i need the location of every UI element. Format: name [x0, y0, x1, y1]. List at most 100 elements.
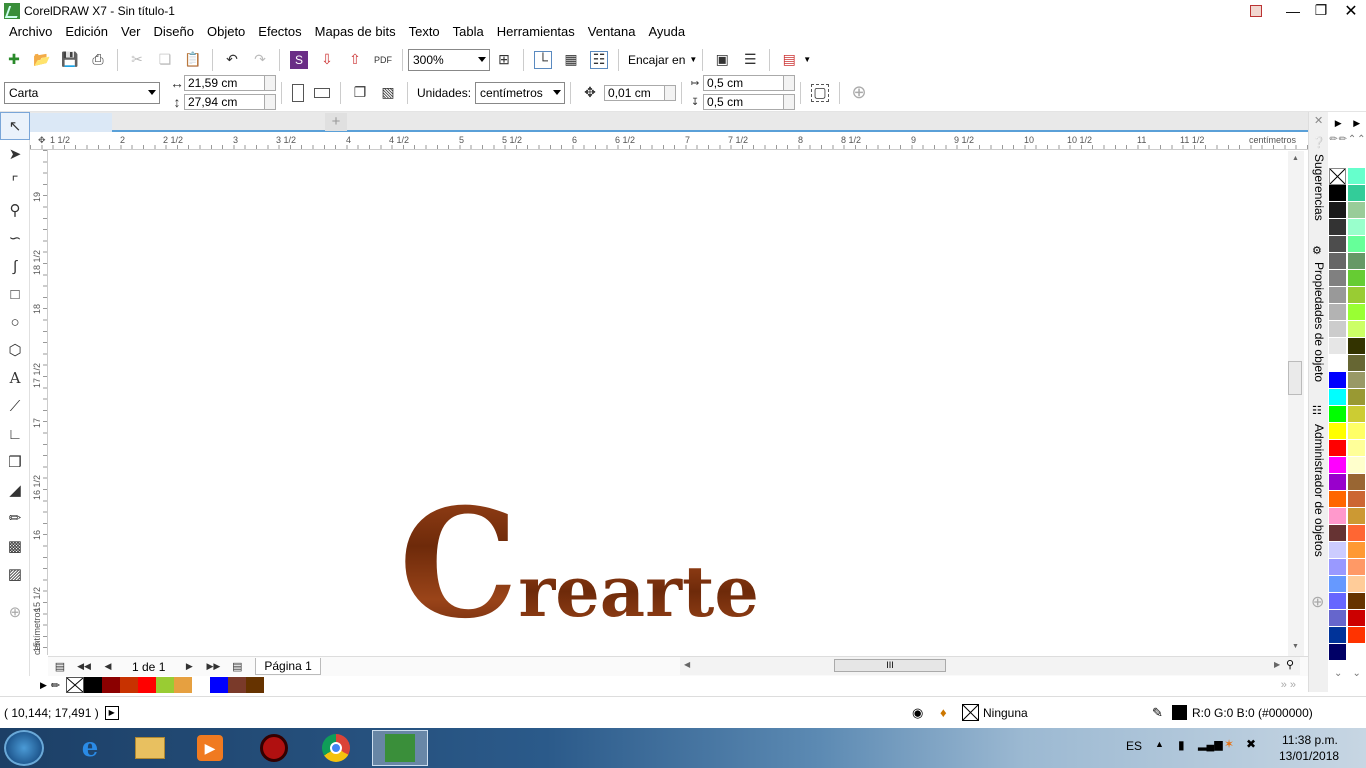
freehand-tool-icon[interactable]: ∽: [0, 224, 30, 252]
add-docker-icon[interactable]: ⊕: [1311, 592, 1324, 612]
polygon-tool-icon[interactable]: ⬡: [0, 336, 30, 364]
horizontal-scroll-thumb[interactable]: III: [834, 659, 946, 672]
color-swatch[interactable]: [1329, 576, 1346, 593]
color-swatch[interactable]: [1329, 610, 1346, 627]
snap-to-label[interactable]: Encajar en: [628, 53, 685, 67]
crearte-artwork[interactable]: Crearte: [399, 489, 759, 639]
zoom-combo[interactable]: 300%: [408, 48, 490, 71]
color-swatch[interactable]: [1348, 542, 1365, 559]
menu-mapas-de-bits[interactable]: Mapas de bits: [315, 24, 396, 39]
add-tool-icon[interactable]: ⊕: [0, 598, 30, 626]
color-swatch[interactable]: [1329, 321, 1346, 338]
color-swatch[interactable]: [156, 677, 175, 693]
color-swatch[interactable]: [1348, 406, 1365, 423]
color-swatch[interactable]: [1348, 287, 1365, 304]
scroll-down-icon[interactable]: ▼: [1292, 643, 1299, 650]
color-swatch[interactable]: [1348, 338, 1365, 355]
all-pages-icon[interactable]: ❐: [351, 84, 369, 102]
color-swatch[interactable]: [1348, 304, 1365, 321]
color-swatch[interactable]: [192, 677, 211, 693]
search-content-icon[interactable]: S: [290, 50, 308, 69]
cut-icon[interactable]: ✂: [128, 51, 146, 69]
treat-as-filled-icon[interactable]: ▢: [811, 83, 830, 102]
color-swatch[interactable]: [1329, 508, 1346, 525]
media-player-icon[interactable]: ▶: [184, 730, 236, 766]
color-swatch[interactable]: [1329, 185, 1346, 202]
zoom-tool-icon[interactable]: ⚲: [0, 196, 30, 224]
color-swatch[interactable]: [1329, 338, 1346, 355]
export-icon[interactable]: ⇧: [346, 51, 364, 69]
color-swatch[interactable]: [1348, 440, 1365, 457]
doc-palette-menu-icon[interactable]: ▶: [40, 680, 47, 691]
palette-menu-icon-2[interactable]: ▶: [1353, 118, 1360, 134]
close-docker-icon[interactable]: ✕: [1314, 114, 1323, 127]
color-swatch[interactable]: [1348, 559, 1365, 576]
antivirus-icon[interactable]: [248, 730, 300, 766]
copy-icon[interactable]: ❏: [156, 51, 174, 69]
smart-fill-icon[interactable]: ▨: [0, 560, 30, 588]
close-button[interactable]: ✕: [1336, 0, 1366, 21]
color-swatch[interactable]: [1329, 406, 1346, 423]
color-swatch[interactable]: [84, 677, 103, 693]
outline-pen-icon[interactable]: ✎: [1152, 705, 1163, 721]
signal-icon[interactable]: ▂▄▆: [1198, 738, 1223, 751]
minimize-button[interactable]: —: [1278, 0, 1308, 21]
add-property-icon[interactable]: ⊕: [850, 82, 868, 102]
color-swatch[interactable]: [210, 677, 229, 693]
menu-ventana[interactable]: Ventana: [588, 24, 636, 39]
grid-icon[interactable]: ▦: [562, 51, 580, 69]
units-select[interactable]: centímetros: [475, 81, 566, 104]
color-swatch[interactable]: [1348, 202, 1365, 219]
palette-up-icon-2[interactable]: ⌃: [1357, 134, 1365, 168]
new-document-tab-button[interactable]: +: [325, 113, 347, 131]
docker-tab-object-manager[interactable]: Administrador de objetos: [1312, 424, 1326, 557]
options-icon[interactable]: ☰: [741, 51, 759, 69]
doc-no-color-swatch[interactable]: [66, 677, 85, 693]
color-swatch[interactable]: [1329, 202, 1346, 219]
color-swatch[interactable]: [1348, 423, 1365, 440]
docker-tab-hints[interactable]: Sugerencias: [1312, 154, 1326, 221]
color-swatch[interactable]: [120, 677, 139, 693]
previous-page-icon[interactable]: ◀: [99, 658, 117, 676]
show-hidden-icons[interactable]: ▲: [1155, 739, 1164, 749]
color-swatch[interactable]: [1348, 185, 1365, 202]
parallel-dimension-icon[interactable]: ⟋: [0, 392, 30, 420]
insert-page-before-icon[interactable]: ▤: [51, 658, 69, 676]
scroll-up-icon[interactable]: ▲: [1292, 155, 1299, 162]
clock-time[interactable]: 11:38 p.m.: [1282, 733, 1338, 747]
color-swatch[interactable]: [1329, 440, 1346, 457]
palette-down-icon-2[interactable]: ⌄: [1353, 668, 1361, 690]
rulers-icon[interactable]: └: [534, 50, 552, 69]
redo-icon[interactable]: ↷: [251, 51, 269, 69]
restore-button[interactable]: ❐: [1306, 0, 1336, 21]
color-swatch[interactable]: [1348, 508, 1365, 525]
eyedropper-icon-2[interactable]: ✏: [1339, 134, 1347, 168]
palette-scroll-down[interactable]: ⌄ ⌄: [1329, 668, 1366, 690]
menu-archivo[interactable]: Archivo: [9, 24, 52, 39]
eyedropper-icon[interactable]: ✏: [1329, 134, 1337, 168]
color-swatch[interactable]: [1348, 525, 1365, 542]
clock-date[interactable]: 13/01/2018: [1279, 749, 1339, 763]
color-swatch[interactable]: [1348, 389, 1365, 406]
color-swatch[interactable]: [1329, 270, 1346, 287]
duplicate-x-input[interactable]: 0,5 cm: [703, 75, 796, 91]
current-page-icon[interactable]: ▧: [379, 84, 397, 102]
coreldraw-taskbar-icon[interactable]: [372, 730, 428, 766]
doc-palette-eyedropper-icon[interactable]: ✏: [51, 679, 60, 692]
color-swatch[interactable]: [1329, 525, 1346, 542]
color-swatch[interactable]: [1348, 627, 1365, 644]
color-swatch[interactable]: [1329, 542, 1346, 559]
status-play-icon[interactable]: ▶: [104, 705, 119, 720]
vertical-scroll-thumb[interactable]: [1288, 361, 1302, 395]
palette-scroll-up[interactable]: ✏ ✏ ⌃ ⌃: [1329, 134, 1366, 168]
file-explorer-icon[interactable]: [124, 730, 176, 766]
first-page-icon[interactable]: ◀◀: [75, 658, 93, 676]
page-height-input[interactable]: 27,94 cm: [184, 94, 276, 110]
color-swatch[interactable]: [1348, 321, 1365, 338]
menu-herramientas[interactable]: Herramientas: [497, 24, 575, 39]
fill-bucket-icon[interactable]: ♦: [940, 705, 947, 720]
color-swatch[interactable]: [1348, 491, 1365, 508]
outline-color-swatch[interactable]: [1172, 705, 1187, 720]
landscape-icon[interactable]: [314, 87, 330, 98]
color-swatch[interactable]: [1348, 474, 1365, 491]
